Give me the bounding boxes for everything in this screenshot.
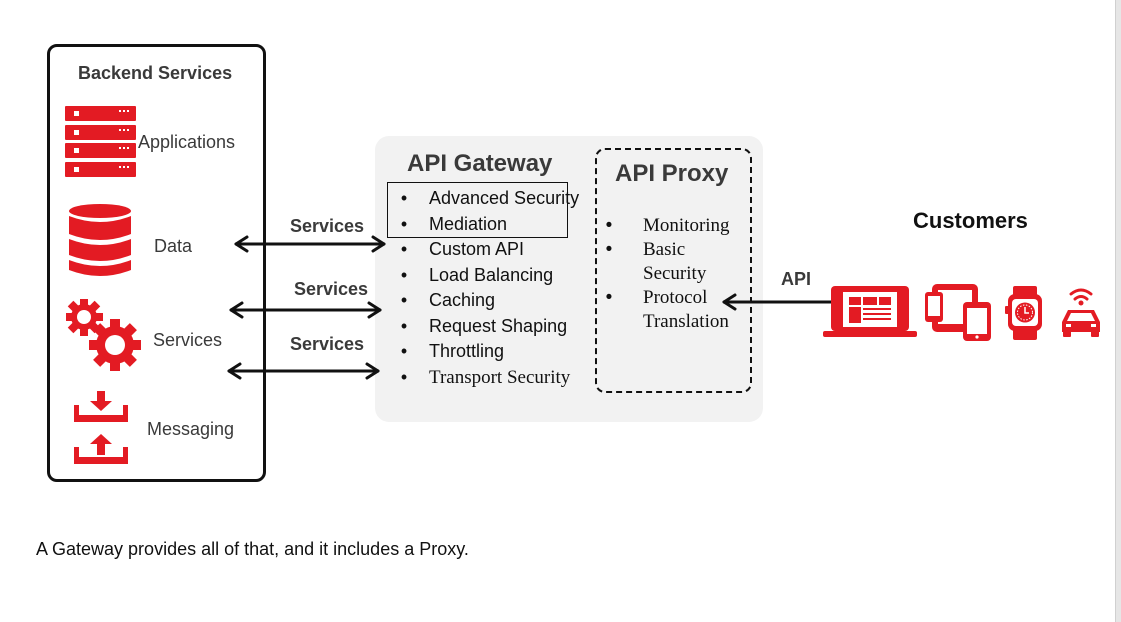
double-arrow: [229, 301, 382, 319]
connected-car-icon: [1062, 288, 1100, 337]
customers-title: Customers: [913, 208, 1028, 233]
tablet-phone-icon: [925, 284, 991, 341]
double-arrow: [227, 362, 380, 380]
double-arrow: [234, 235, 386, 253]
smartwatch-icon: [1005, 286, 1042, 340]
laptop-icon: [823, 286, 917, 337]
diagram-caption: A Gateway provides all of that, and it i…: [36, 539, 469, 559]
